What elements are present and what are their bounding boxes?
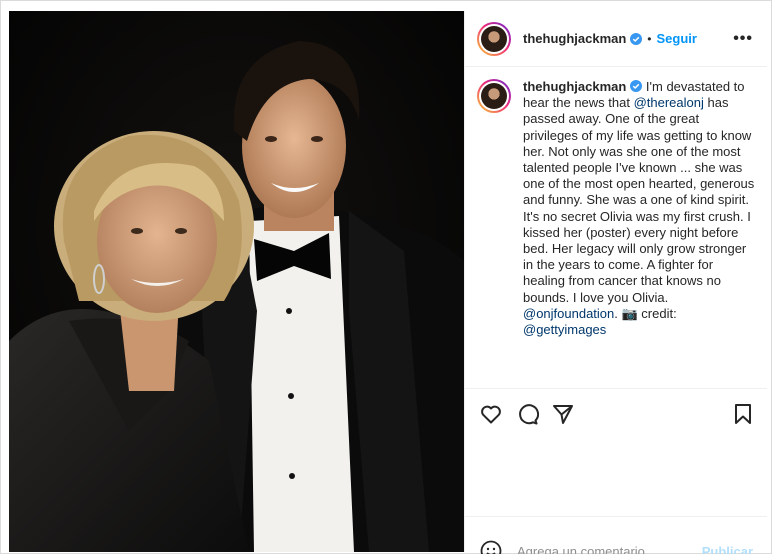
- mention-therealonj[interactable]: @therealonj: [634, 95, 704, 110]
- caption-part-3: . 📷 credit:: [614, 305, 677, 321]
- avatar-ring: [479, 23, 509, 54]
- likes-area: [465, 439, 767, 517]
- mention-onjfoundation[interactable]: @onjfoundation: [523, 306, 614, 321]
- caption-avatar-image: [481, 83, 507, 109]
- heart-icon[interactable]: [479, 402, 503, 426]
- mention-gettyimages[interactable]: @gettyimages: [523, 322, 606, 337]
- post-header: thehughjackman • Seguir •••: [465, 11, 767, 67]
- separator-dot: •: [647, 31, 652, 46]
- caption-part-2: has passed away. One of the great privil…: [523, 95, 755, 305]
- username-link[interactable]: thehughjackman: [523, 31, 626, 46]
- comment-icon[interactable]: [515, 402, 539, 426]
- follow-button[interactable]: Seguir: [657, 31, 697, 46]
- caption-avatar[interactable]: [477, 79, 511, 113]
- post-photo[interactable]: [9, 11, 464, 552]
- post-side-panel: thehughjackman • Seguir ••• thehughjackm…: [464, 11, 767, 554]
- smiley-icon[interactable]: [479, 539, 503, 554]
- avatar-image: [481, 25, 507, 52]
- bookmark-icon[interactable]: [731, 402, 755, 426]
- action-bar: [465, 389, 767, 439]
- comment-bar: Publicar: [465, 534, 767, 554]
- caption-avatar-ring: [479, 81, 509, 111]
- avatar[interactable]: [477, 21, 511, 56]
- post-modal: thehughjackman • Seguir ••• thehughjackm…: [0, 0, 772, 554]
- verified-badge-icon: [630, 32, 643, 45]
- publish-button[interactable]: Publicar: [702, 544, 753, 554]
- caption-verified-badge-icon: [630, 80, 643, 92]
- send-icon[interactable]: [551, 402, 575, 426]
- comment-input[interactable]: [517, 543, 702, 554]
- caption-text: thehughjackman I'm devastated to hear th…: [523, 79, 755, 388]
- post-photo-illustration: [9, 11, 464, 552]
- caption-section: thehughjackman I'm devastated to hear th…: [465, 67, 767, 389]
- more-options-icon[interactable]: •••: [733, 30, 753, 48]
- caption-username[interactable]: thehughjackman: [523, 79, 626, 94]
